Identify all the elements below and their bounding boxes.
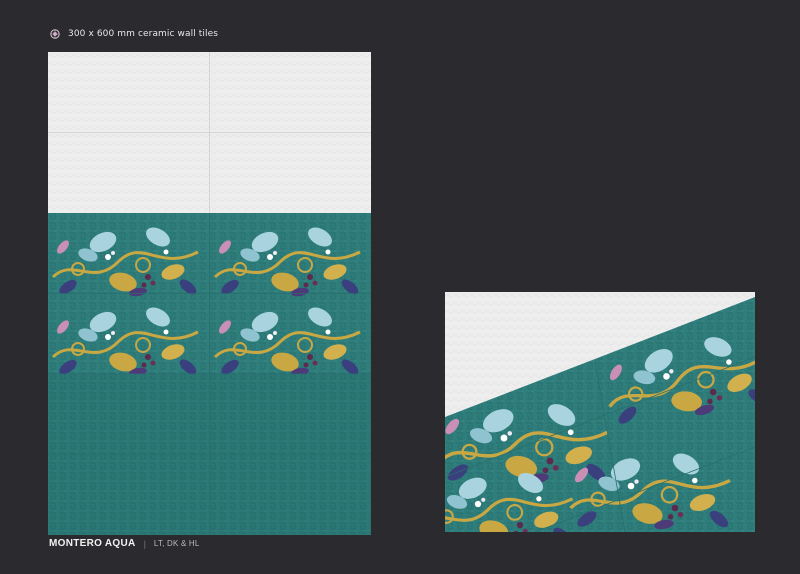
header: 300 x 600 mm ceramic wall tiles: [50, 29, 218, 39]
footer-separator: |: [143, 538, 146, 549]
collection-name: MONTERO AQUA: [49, 538, 136, 549]
tile-size-caption: 300 x 600 mm ceramic wall tiles: [68, 29, 219, 39]
tile-icon: [50, 29, 60, 39]
collection-variants: LT, DK & HL: [153, 539, 200, 548]
wall-tile-layout: [48, 52, 371, 535]
diagonal-layout-preview: [445, 292, 755, 532]
collection-label: MONTERO AQUA | LT, DK & HL: [49, 538, 200, 549]
